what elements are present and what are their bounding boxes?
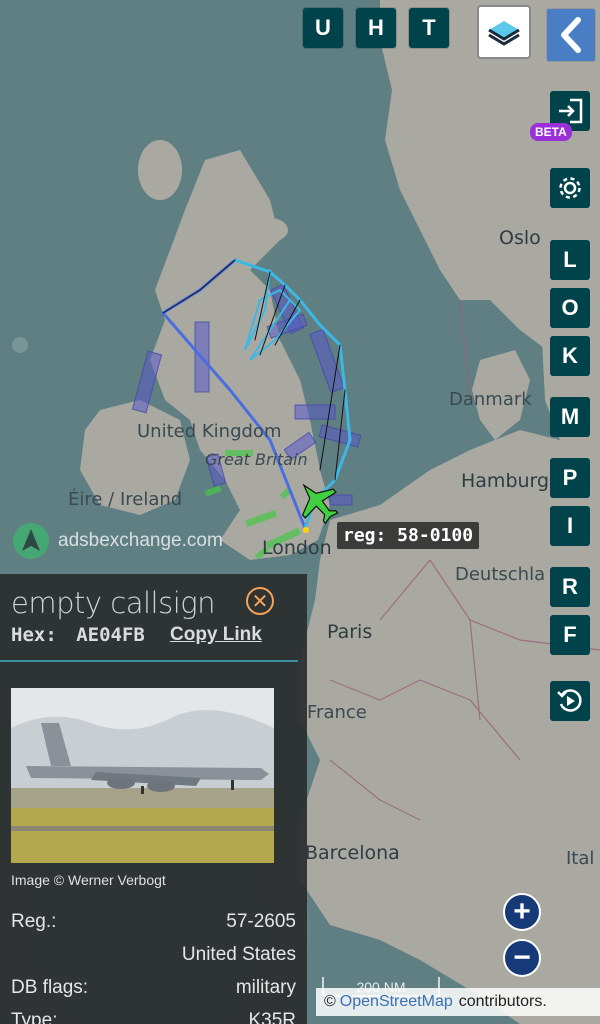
map-attribution: © OpenStreetMap contributors.	[316, 988, 600, 1016]
map-label-deutschland: Deutschla	[455, 564, 546, 585]
db-flags-label: DB flags:	[11, 977, 89, 998]
map-label-france: France	[307, 702, 367, 723]
map-label-great-britain: Great Britain	[205, 450, 308, 469]
type-value: K35R	[248, 1010, 296, 1024]
settings-button[interactable]	[550, 168, 590, 208]
beta-badge: BETA	[530, 123, 572, 141]
map-label-danmark: Danmark	[449, 389, 532, 410]
close-icon: ✕	[251, 590, 269, 613]
type-label: Type:	[11, 1010, 58, 1024]
toggle-l-button[interactable]: L	[550, 240, 590, 280]
country-value: United States	[181, 944, 296, 965]
panel-divider	[0, 660, 298, 662]
map-label-hamburg: Hamburg	[461, 470, 550, 492]
attribution-suffix: contributors.	[458, 993, 547, 1010]
openstreetmap-link[interactable]: OpenStreetMap	[340, 993, 453, 1011]
map-label-oslo: Oslo	[499, 227, 541, 249]
plus-icon: +	[513, 895, 531, 928]
callsign-title: empty callsign	[11, 586, 216, 620]
chevron-left-icon	[561, 17, 581, 53]
toggle-t-button[interactable]: T	[409, 8, 449, 48]
attribution-prefix: ©	[324, 993, 336, 1010]
login-icon	[559, 98, 583, 124]
toggle-h-button[interactable]: H	[356, 8, 396, 48]
image-credit: Image © Werner Verbogt	[11, 872, 166, 888]
db-flags-value: military	[235, 977, 296, 998]
close-panel-button[interactable]: ✕	[246, 587, 274, 615]
map-label-london: London	[262, 537, 332, 559]
layers-button[interactable]	[477, 5, 531, 59]
toggle-k-button[interactable]: K	[550, 336, 590, 376]
zoom-out-button[interactable]: −	[503, 939, 541, 977]
toggle-o-button[interactable]: O	[550, 288, 590, 328]
reg-label: Reg.:	[11, 911, 57, 932]
toggle-i-button[interactable]: I	[550, 506, 590, 546]
watermark-text: adsbexchange.com	[58, 530, 223, 551]
aircraft-photo[interactable]	[11, 688, 274, 863]
hex-value: AE04FB	[76, 624, 145, 646]
toggle-r-button[interactable]: R	[550, 567, 590, 607]
toggle-u-button[interactable]: U	[303, 8, 343, 48]
map-label-italy: Ital	[566, 848, 595, 869]
minus-icon: −	[513, 941, 531, 974]
copy-link-button[interactable]: Copy Link	[170, 624, 262, 646]
layers-icon	[488, 21, 520, 46]
map-label-paris: Paris	[327, 621, 373, 643]
toggle-f-button[interactable]: F	[550, 615, 590, 655]
gear-icon	[559, 177, 581, 199]
toggle-p-button[interactable]: P	[550, 458, 590, 498]
replay-button[interactable]	[550, 681, 590, 721]
map-label-eire: Éire / Ireland	[68, 489, 183, 510]
aircraft-info-panel: empty callsign ✕ Hex: AE04FB Copy Link I…	[0, 574, 307, 1024]
hex-row: Hex: AE04FB	[11, 624, 145, 646]
adsbexchange-logo-icon	[13, 523, 49, 559]
adsbexchange-watermark: adsbexchange.com	[12, 522, 223, 560]
toggle-m-button[interactable]: M	[550, 397, 590, 437]
map-label-united-kingdom: United Kingdom	[137, 421, 282, 442]
hex-label: Hex:	[11, 624, 57, 646]
aircraft-reg-tooltip: reg: 58-0100	[337, 522, 480, 549]
collapse-sidebar-button[interactable]	[546, 8, 596, 62]
map-label-barcelona: Barcelona	[305, 842, 400, 864]
replay-icon	[557, 689, 582, 712]
reg-value: 57-2605	[226, 911, 296, 932]
zoom-in-button[interactable]: +	[503, 893, 541, 931]
